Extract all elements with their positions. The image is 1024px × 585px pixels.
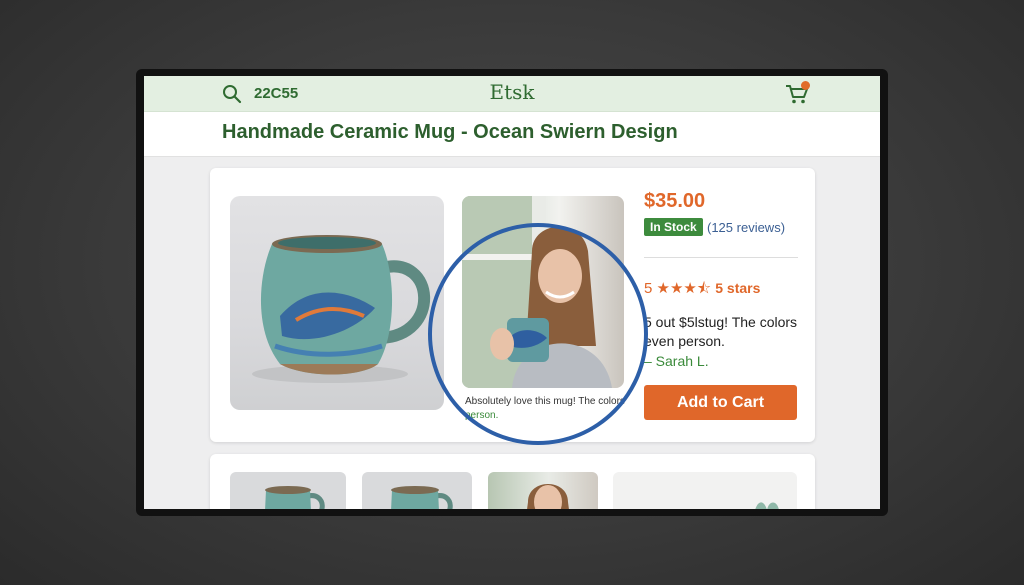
stock-badge: In Stock xyxy=(644,218,703,236)
thumbnail-mug-illustration xyxy=(265,486,325,509)
thumbnail-2[interactable] xyxy=(362,472,472,509)
thumbnail-person-illustration xyxy=(527,484,569,509)
review-caption: Absolutely love this mug! The colors per… xyxy=(465,395,645,423)
customer-illustration xyxy=(462,196,612,388)
product-card: Absolutely love this mug! The colors per… xyxy=(210,168,815,442)
star-rating[interactable]: 5 ★★★⯪ 5 stars xyxy=(644,278,760,303)
product-price: $35.00 xyxy=(644,190,706,212)
thumbnail-1[interactable] xyxy=(230,472,346,509)
review-caption-line-1: Absolutely love this mug! The colors xyxy=(465,396,625,407)
rating-label: 5 stars xyxy=(715,280,761,296)
browser-screen: 22C55 Etsk Handmade Ceramic Mug - Ocean … xyxy=(144,76,880,509)
mug-illustration xyxy=(252,235,431,383)
review-author: – Sarah L. xyxy=(644,353,709,369)
reviews-link[interactable]: (125 reviews) xyxy=(707,220,785,235)
cart-count-badge xyxy=(801,81,810,90)
brand-logo[interactable]: Etsk xyxy=(144,80,880,104)
top-navigation-bar: 22C55 Etsk xyxy=(144,76,880,112)
review-quote: 5 out $5lstug! The colors even person. xyxy=(644,314,798,349)
add-to-cart-button[interactable]: Add to Cart xyxy=(644,385,797,420)
title-bar: Handmade Ceramic Mug - Ocean Swiern Desi… xyxy=(144,112,880,157)
related-items-card xyxy=(210,454,815,509)
thumbnail-mug-illustration xyxy=(391,486,453,509)
review-caption-line-2: person. xyxy=(465,410,499,421)
product-photo[interactable] xyxy=(230,196,444,410)
product-title: Handmade Ceramic Mug - Ocean Swiern Desi… xyxy=(222,121,678,143)
thumbnail-3[interactable] xyxy=(488,472,598,509)
rating-prefix: 5 xyxy=(644,280,653,297)
monitor-frame: 22C55 Etsk Handmade Ceramic Mug - Ocean … xyxy=(136,69,888,516)
thumbnail-plant-illustration xyxy=(755,502,779,509)
divider xyxy=(644,257,798,258)
thumbnail-4[interactable] xyxy=(613,472,797,509)
star-icons: ★★★⯪ xyxy=(656,280,712,297)
customer-review-photo[interactable] xyxy=(462,196,624,388)
